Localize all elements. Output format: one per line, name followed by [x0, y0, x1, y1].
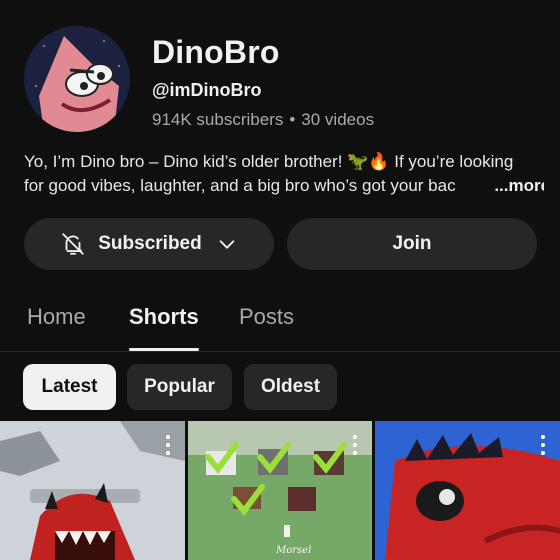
more-options-icon[interactable]: [165, 435, 171, 455]
filter-chip-oldest[interactable]: Oldest: [244, 364, 337, 410]
more-options-icon[interactable]: [540, 435, 546, 455]
description-text: for good vibes, laughter, and a big bro …: [24, 176, 456, 195]
tab-shorts[interactable]: Shorts: [129, 304, 199, 330]
channel-stats: 914K subscribers • 30 videos: [152, 110, 374, 130]
tab-home[interactable]: Home: [27, 304, 86, 330]
short-thumbnail-1[interactable]: [0, 421, 185, 560]
channel-tabs: Home Shorts Posts: [0, 300, 560, 352]
short-thumbnail-2[interactable]: Morsel: [188, 421, 372, 560]
filter-chip-latest[interactable]: Latest: [23, 364, 116, 410]
chevron-down-icon: [216, 233, 238, 255]
channel-name: DinoBro: [152, 34, 280, 70]
join-button[interactable]: Join: [287, 218, 537, 270]
thumbnail-caption: Morsel: [276, 545, 312, 556]
filter-chip-popular[interactable]: Popular: [127, 364, 232, 410]
channel-avatar[interactable]: [24, 26, 130, 132]
more-options-icon[interactable]: [352, 435, 358, 455]
thumbnail-image: [188, 421, 372, 560]
join-label: Join: [392, 233, 432, 254]
short-thumbnail-3[interactable]: [375, 421, 560, 560]
bell-off-icon: [60, 231, 86, 257]
thumbnail-image: [375, 421, 560, 560]
thumbnail-image: [0, 421, 185, 560]
description-line-2: for good vibes, laughter, and a big bro …: [24, 174, 544, 198]
active-tab-indicator: [129, 348, 199, 351]
separator-dot: •: [289, 110, 296, 129]
description-fade: [455, 176, 490, 197]
tab-posts[interactable]: Posts: [239, 304, 294, 330]
subscribed-label: Subscribed: [98, 233, 202, 254]
more-link[interactable]: ...more: [494, 176, 544, 195]
avatar-image: [24, 26, 130, 132]
description-line-1: Yo, I’m Dino bro – Dino kid’s older brot…: [24, 152, 514, 171]
video-count: 30 videos: [301, 110, 375, 129]
subscribed-button[interactable]: Subscribed: [24, 218, 274, 270]
subscriber-count: 914K subscribers: [152, 110, 284, 129]
channel-handle: @imDinoBro: [152, 80, 262, 100]
channel-description[interactable]: Yo, I’m Dino bro – Dino kid’s older brot…: [24, 150, 544, 198]
